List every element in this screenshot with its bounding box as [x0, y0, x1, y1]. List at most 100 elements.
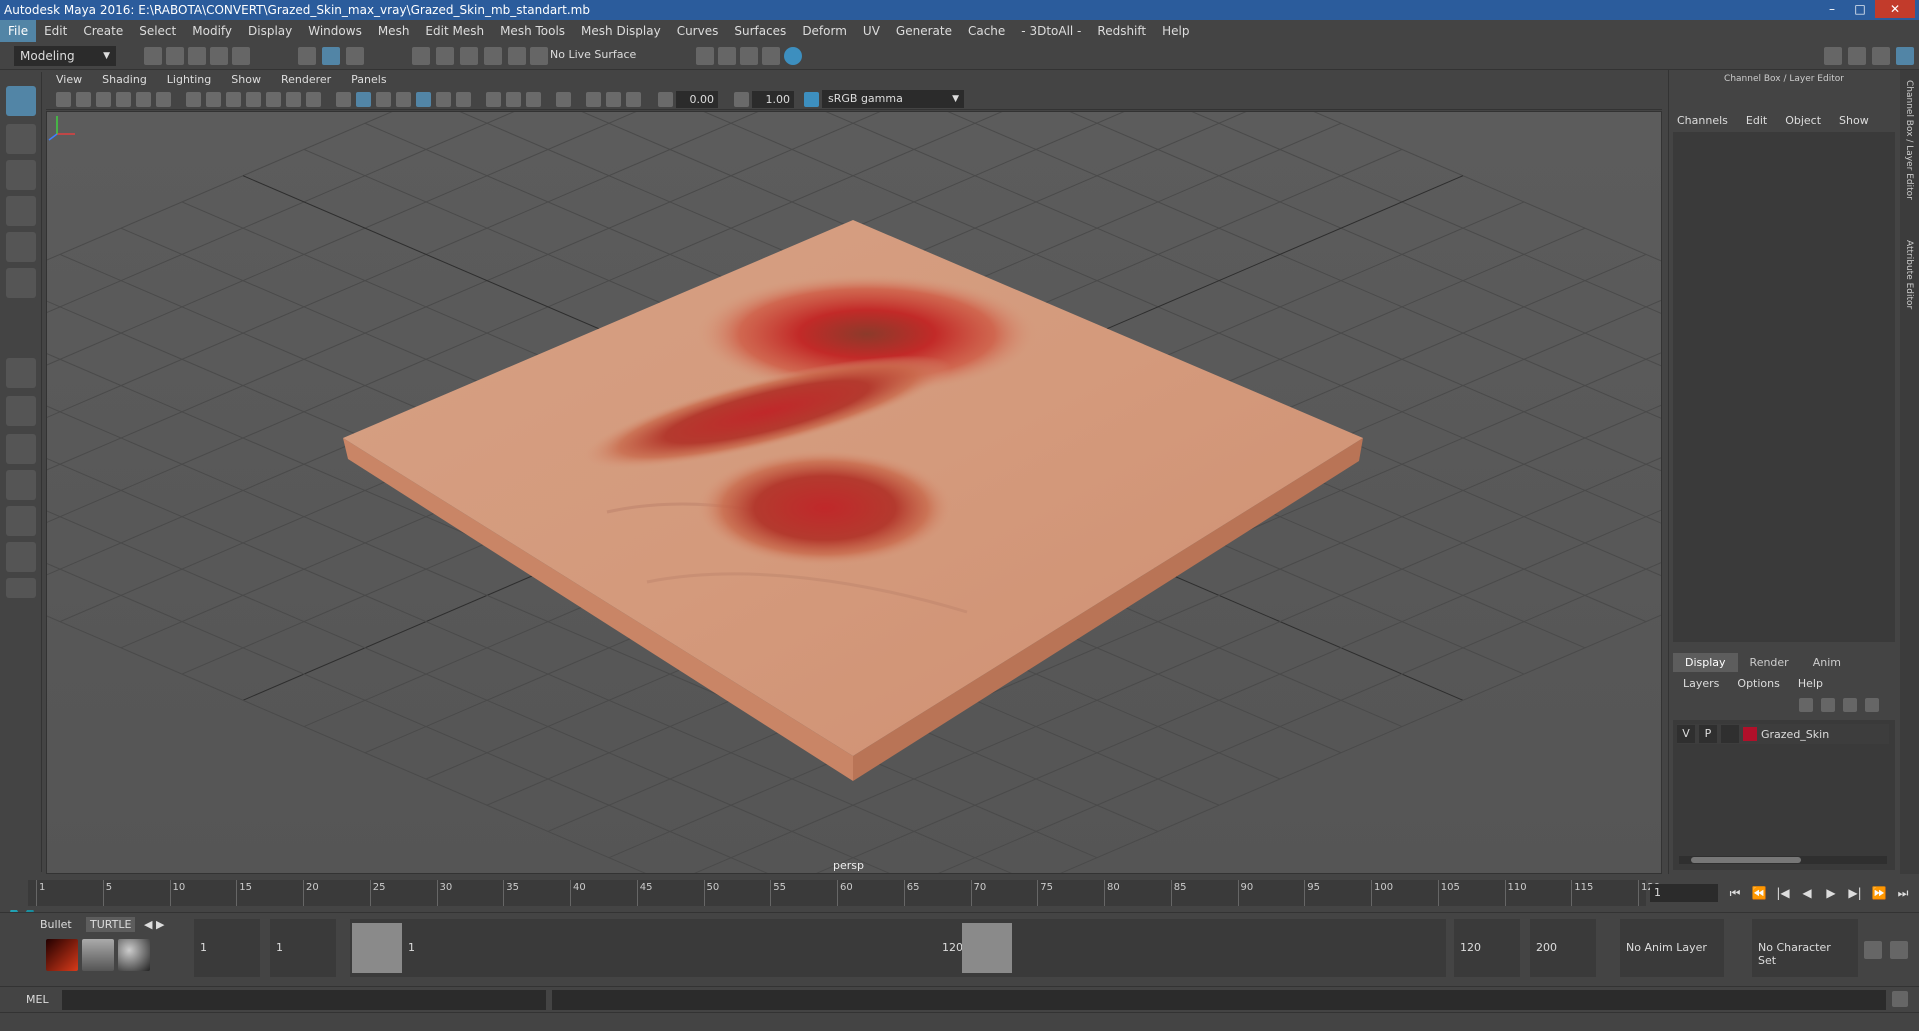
menu-mesh-tools[interactable]: Mesh Tools [492, 20, 573, 42]
shelf-scroll-arrows[interactable]: ◀ ▶ [140, 917, 168, 932]
character-set-dropdown[interactable]: No Character Set [1752, 919, 1858, 977]
lasso-tool-icon[interactable] [6, 124, 36, 154]
minimize-button[interactable]: – [1819, 0, 1845, 18]
tab-render[interactable]: Render [1737, 653, 1801, 672]
select-tool-icon[interactable] [6, 86, 36, 116]
move-layer-down-icon[interactable] [1821, 698, 1835, 712]
wireframe-icon[interactable] [336, 92, 351, 107]
script-language-toggle[interactable]: MEL [26, 993, 49, 1006]
menu-modify[interactable]: Modify [184, 20, 240, 42]
menu-create[interactable]: Create [75, 20, 131, 42]
channel-box-icon[interactable] [1896, 47, 1914, 65]
paint-select-tool-icon[interactable] [6, 160, 36, 190]
options-menu[interactable]: Options [1737, 677, 1779, 690]
step-forward-frame-icon[interactable]: ⏩ [1870, 884, 1888, 902]
layer-playback-toggle[interactable]: P [1699, 725, 1717, 743]
color-management-icon[interactable] [804, 92, 819, 107]
live-surface-field[interactable]: No Live Surface [550, 48, 636, 61]
close-button[interactable]: ✕ [1875, 0, 1915, 18]
undo-icon[interactable] [210, 47, 228, 65]
new-scene-icon[interactable] [144, 47, 162, 65]
isolate-select-icon[interactable] [556, 92, 571, 107]
select-object-icon[interactable] [322, 47, 340, 65]
viewport-menu-view[interactable]: View [46, 73, 92, 86]
ipr-render-icon[interactable] [740, 47, 758, 65]
range-slider[interactable]: 1 120 [350, 919, 1446, 977]
use-all-lights-icon[interactable] [436, 92, 451, 107]
bookmark-icon[interactable] [96, 92, 111, 107]
menu-display[interactable]: Display [240, 20, 300, 42]
smooth-shade-icon[interactable] [356, 92, 371, 107]
menu-cache[interactable]: Cache [960, 20, 1013, 42]
modeling-toolkit-icon[interactable] [1824, 47, 1842, 65]
menu-file[interactable]: File [0, 20, 37, 42]
rotate-tool-icon[interactable] [6, 232, 36, 262]
script-editor-icon[interactable] [1892, 991, 1908, 1007]
layer-help-menu[interactable]: Help [1798, 677, 1823, 690]
default-material-icon[interactable] [376, 92, 391, 107]
grease-pencil-icon[interactable] [156, 92, 171, 107]
resolution-gate-icon[interactable] [226, 92, 241, 107]
film-gate-icon[interactable] [206, 92, 221, 107]
snap-grid-icon[interactable] [412, 47, 430, 65]
safe-title-icon[interactable] [306, 92, 321, 107]
menu-edit[interactable]: Edit [36, 20, 75, 42]
menu-help[interactable]: Help [1154, 20, 1197, 42]
exposure-field[interactable]: 0.00 [676, 91, 718, 108]
playback-end-field[interactable]: 120 [1454, 919, 1520, 977]
four-view-layout-icon[interactable] [6, 396, 36, 426]
field-chart-icon[interactable] [266, 92, 281, 107]
more-layouts-icon[interactable] [6, 578, 36, 598]
maximize-button[interactable]: □ [1847, 0, 1873, 18]
render-history-icon[interactable] [696, 47, 714, 65]
new-empty-layer-icon[interactable] [1843, 698, 1857, 712]
snap-surface-icon[interactable] [508, 47, 526, 65]
step-forward-key-icon[interactable]: ▶| [1846, 884, 1864, 902]
animation-preferences-icon[interactable] [1890, 941, 1908, 959]
range-end-handle[interactable] [962, 923, 1012, 973]
move-layer-up-icon[interactable] [1799, 698, 1813, 712]
outliner-layout-icon[interactable] [6, 542, 36, 572]
select-component-icon[interactable] [346, 47, 364, 65]
safe-action-icon[interactable] [286, 92, 301, 107]
layer-visibility-toggle[interactable]: V [1677, 725, 1695, 743]
time-slider-track[interactable]: 1 5 10 15 20 25 30 35 40 45 50 55 60 65 70 75 80 85 90 95 10… [28, 880, 1660, 906]
image-plane-icon[interactable] [116, 92, 131, 107]
channels-menu[interactable]: Channels [1677, 114, 1728, 127]
layer-name[interactable]: Grazed_Skin [1761, 728, 1829, 741]
step-back-key-icon[interactable]: |◀ [1774, 884, 1792, 902]
render-frame-icon[interactable] [718, 47, 736, 65]
magnet-icon[interactable] [530, 47, 548, 65]
viewport-menu-show[interactable]: Show [221, 73, 271, 86]
select-hierarchy-icon[interactable] [298, 47, 316, 65]
show-menu[interactable]: Show [1839, 114, 1869, 127]
menu-surfaces[interactable]: Surfaces [726, 20, 794, 42]
attribute-editor-icon[interactable] [1848, 47, 1866, 65]
layer-row[interactable]: V P Grazed_Skin [1677, 724, 1889, 744]
snap-view-icon[interactable] [484, 47, 502, 65]
scrollbar-thumb[interactable] [1691, 857, 1801, 863]
redo-icon[interactable] [232, 47, 250, 65]
gamma-icon[interactable] [734, 92, 749, 107]
perspective-viewport[interactable]: persp [46, 111, 1662, 874]
textured-icon[interactable] [416, 92, 431, 107]
multisample-aa-icon[interactable] [526, 92, 541, 107]
persp-outliner-layout-icon[interactable] [6, 506, 36, 536]
shadows-icon[interactable] [456, 92, 471, 107]
menu-edit-mesh[interactable]: Edit Mesh [417, 20, 492, 42]
current-frame-field[interactable]: 1 [1650, 884, 1718, 902]
range-start-handle[interactable] [352, 923, 402, 973]
gamma-field[interactable]: 1.00 [752, 91, 794, 108]
side-by-side-layout-icon[interactable] [6, 434, 36, 464]
layers-menu[interactable]: Layers [1683, 677, 1719, 690]
view-transform-dropdown[interactable]: sRGB gamma ▼ [822, 90, 964, 108]
side-tab-channel-box[interactable]: Channel Box / Layer Editor [1904, 80, 1914, 200]
viewport-menu-renderer[interactable]: Renderer [271, 73, 341, 86]
turtle-bake-icon[interactable] [82, 939, 114, 971]
turtle-render-icon[interactable] [46, 939, 78, 971]
motion-blur-icon[interactable] [506, 92, 521, 107]
wireframe-on-shaded-icon[interactable] [396, 92, 411, 107]
snap-curve-icon[interactable] [436, 47, 454, 65]
side-tab-attribute-editor[interactable]: Attribute Editor [1904, 240, 1914, 309]
hypershade-icon[interactable] [784, 47, 802, 65]
